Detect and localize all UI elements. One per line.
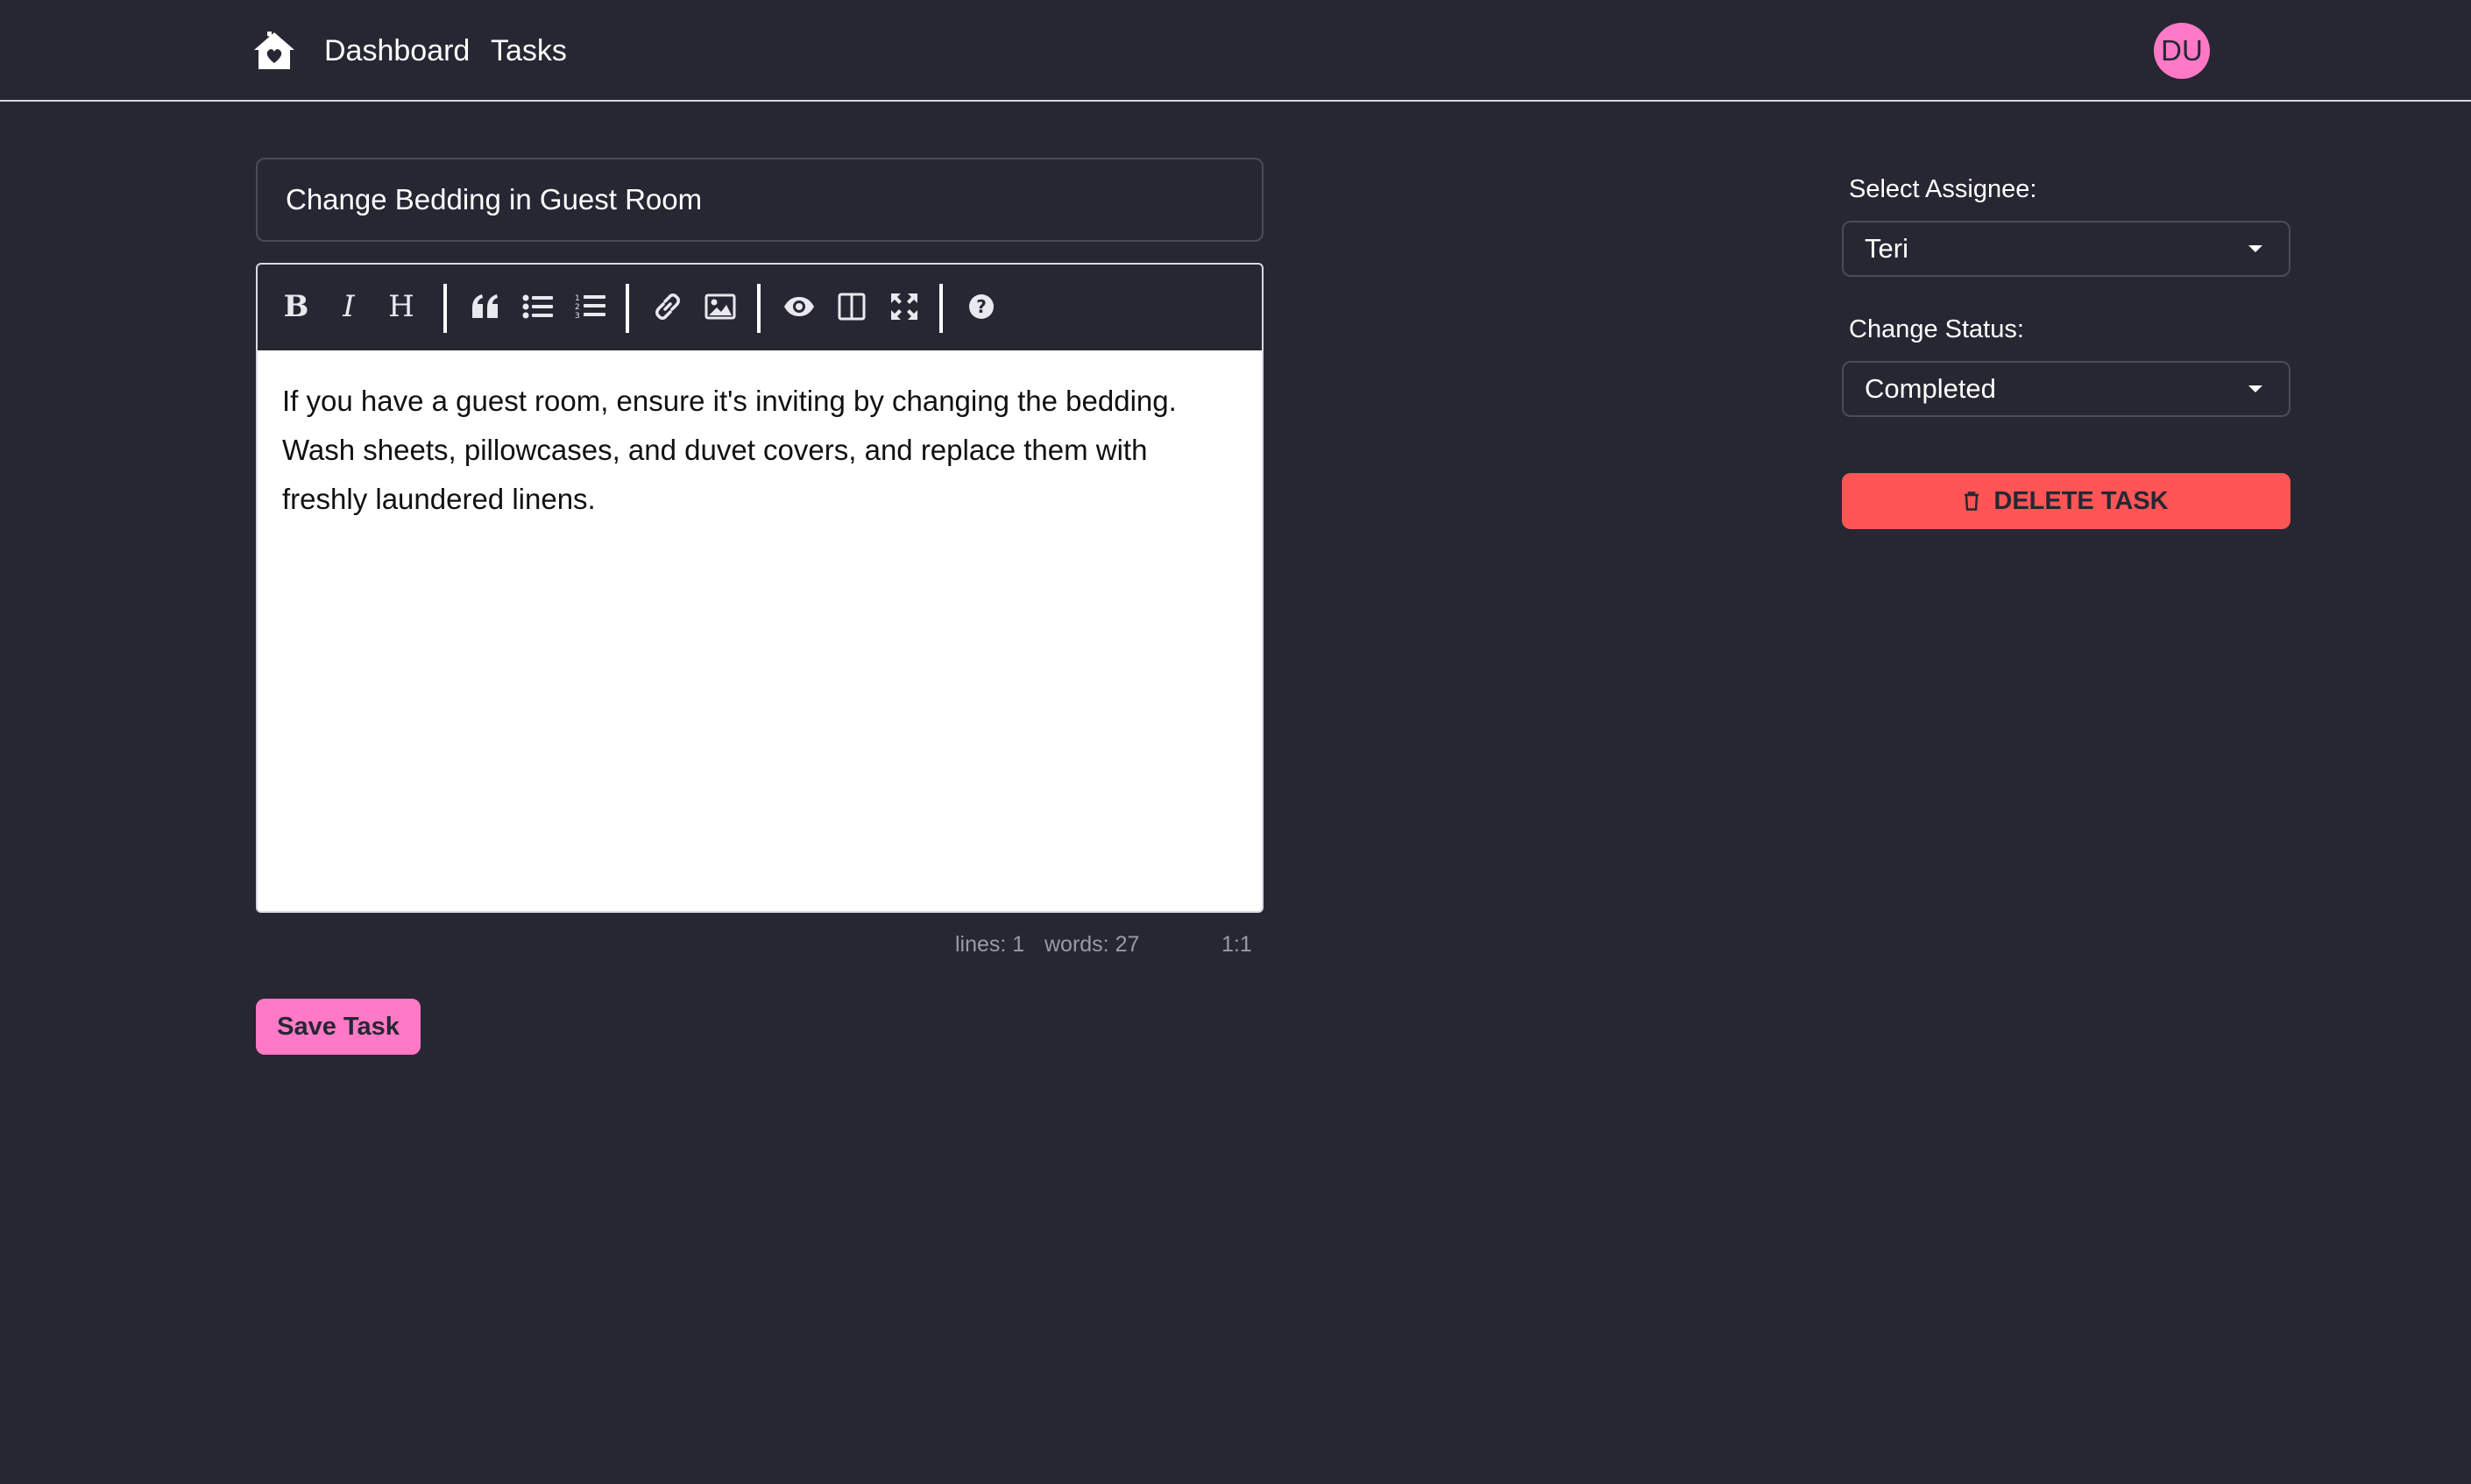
delete-task-button[interactable]: DELETE TASK bbox=[1842, 473, 2290, 529]
toolbar-divider bbox=[939, 284, 943, 333]
chevron-down-icon bbox=[2248, 245, 2262, 252]
fullscreen-icon[interactable] bbox=[883, 286, 925, 328]
assignee-select[interactable]: Teri bbox=[1842, 221, 2290, 277]
task-title-input[interactable] bbox=[256, 158, 1264, 242]
heading-button[interactable]: H bbox=[380, 286, 422, 328]
status-label: Change Status: bbox=[1849, 315, 2024, 343]
link-icon[interactable] bbox=[647, 286, 689, 328]
top-navbar: Dashboard Tasks DU bbox=[0, 0, 2471, 102]
markdown-editor: B I H 123 ? If you have a guest room, en… bbox=[256, 263, 1264, 913]
bullet-list-icon[interactable] bbox=[517, 286, 559, 328]
editor-textarea[interactable]: If you have a guest room, ensure it's in… bbox=[258, 350, 1262, 911]
toolbar-divider bbox=[757, 284, 761, 333]
delete-task-label: DELETE TASK bbox=[1993, 486, 2169, 515]
save-task-button[interactable]: Save Task bbox=[256, 999, 421, 1055]
trash-icon bbox=[1964, 491, 1979, 511]
home-heart-icon[interactable] bbox=[252, 30, 296, 72]
status-lines: lines: 1 bbox=[955, 932, 1025, 957]
status-value: Completed bbox=[1865, 373, 1996, 404]
svg-text:1: 1 bbox=[575, 294, 580, 303]
user-avatar[interactable]: DU bbox=[2154, 23, 2210, 79]
toolbar-divider bbox=[626, 284, 629, 333]
assignee-value: Teri bbox=[1865, 233, 1908, 264]
eye-icon[interactable] bbox=[778, 286, 820, 328]
bold-button[interactable]: B bbox=[275, 286, 317, 328]
italic-button[interactable]: I bbox=[328, 286, 370, 328]
status-cursor: 1:1 bbox=[1221, 932, 1252, 957]
svg-text:3: 3 bbox=[575, 312, 580, 321]
image-icon[interactable] bbox=[699, 286, 741, 328]
numbered-list-icon[interactable]: 123 bbox=[570, 286, 612, 328]
columns-icon[interactable] bbox=[831, 286, 873, 328]
quote-icon[interactable] bbox=[464, 286, 506, 328]
nav-tasks-link[interactable]: Tasks bbox=[491, 28, 567, 74]
svg-text:?: ? bbox=[976, 296, 987, 317]
chevron-down-icon bbox=[2248, 385, 2262, 392]
status-words: words: 27 bbox=[1044, 932, 1140, 957]
help-icon[interactable]: ? bbox=[960, 286, 1002, 328]
nav-dashboard-link[interactable]: Dashboard bbox=[324, 28, 470, 74]
toolbar-divider bbox=[443, 284, 447, 333]
assignee-label: Select Assignee: bbox=[1849, 175, 2037, 203]
svg-text:2: 2 bbox=[575, 303, 580, 312]
status-select[interactable]: Completed bbox=[1842, 361, 2290, 417]
editor-toolbar: B I H 123 ? bbox=[258, 265, 1262, 350]
